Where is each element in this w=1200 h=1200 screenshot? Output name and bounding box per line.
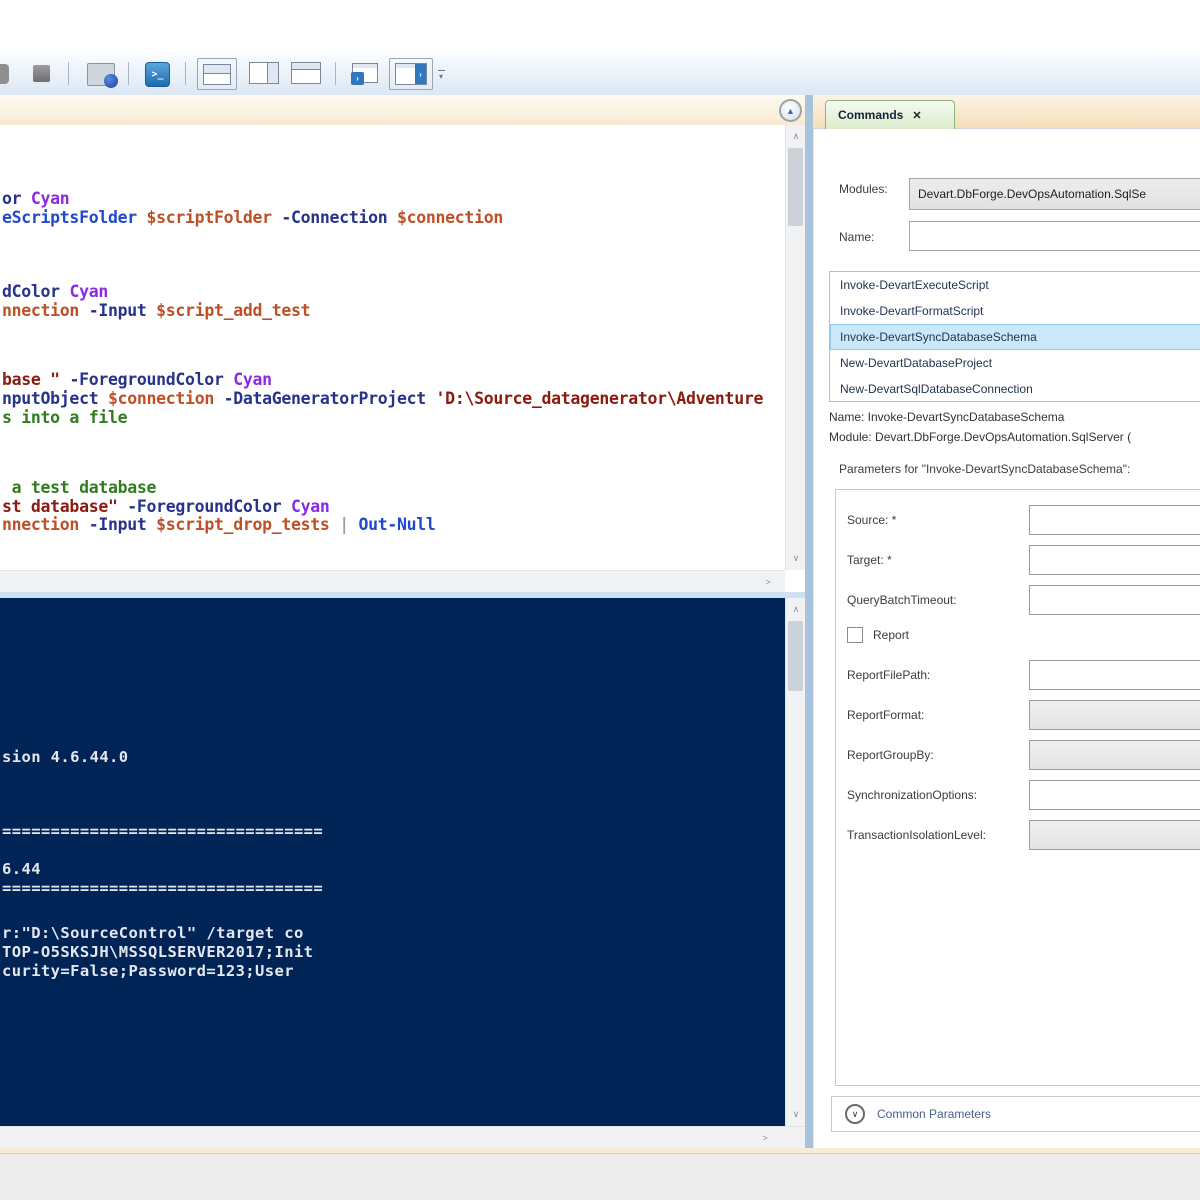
code-line: nnection -Input $script_drop_tests | Out… xyxy=(2,515,436,534)
console-vscrollbar[interactable]: ∧ ∨ xyxy=(785,598,805,1126)
console-vscroll-thumb[interactable] xyxy=(788,621,803,691)
scroll-right-icon[interactable]: > xyxy=(755,1129,775,1147)
console-line: 6.44 xyxy=(2,860,41,878)
close-icon[interactable]: ✕ xyxy=(912,109,921,122)
layout-script-top-icon[interactable] xyxy=(197,58,237,90)
code-line: base " -ForegroundColor Cyan xyxy=(2,370,272,389)
parameter-dropdown[interactable] xyxy=(1029,740,1200,770)
command-list-item[interactable]: Invoke-DevartExecuteScript xyxy=(830,272,1200,298)
common-parameters-section[interactable]: ∨ Common Parameters xyxy=(831,1096,1200,1132)
remote-session-icon[interactable] xyxy=(87,63,118,88)
selected-command-name: Name: Invoke-DevartSyncDatabaseSchema xyxy=(829,410,1065,424)
partial-run-icon[interactable] xyxy=(0,64,9,84)
parameter-input[interactable] xyxy=(1029,660,1200,690)
editor-tab-strip xyxy=(0,95,805,126)
parameter-input[interactable] xyxy=(1029,505,1200,535)
parameter-input[interactable] xyxy=(1029,585,1200,615)
layout-script-right-icon[interactable] xyxy=(249,62,279,84)
toolbar-separator xyxy=(68,62,69,85)
editor-hscrollbar[interactable]: > xyxy=(0,570,785,592)
parameter-label: Report xyxy=(873,628,910,642)
parameter-label: SynchronizationOptions: xyxy=(847,788,978,802)
powershell-console-icon[interactable]: >_ xyxy=(145,62,170,87)
console-line: ================================= xyxy=(2,822,324,840)
selected-command-module: Module: Devart.DbForge.DevOpsAutomation.… xyxy=(829,430,1132,444)
modules-dropdown-value: Devart.DbForge.DevOpsAutomation.SqlSe xyxy=(918,187,1147,201)
parameter-input[interactable] xyxy=(1029,780,1200,810)
layout-script-max-icon[interactable] xyxy=(291,62,321,84)
chevron-down-icon[interactable]: ∨ xyxy=(845,1104,865,1124)
scroll-down-icon[interactable]: ∨ xyxy=(786,549,806,567)
command-list-item[interactable]: Invoke-DevartFormatScript xyxy=(830,298,1200,324)
parameter-label: ReportGroupBy: xyxy=(847,748,934,762)
modules-dropdown[interactable]: Devart.DbForge.DevOpsAutomation.SqlSe xyxy=(909,178,1200,210)
console-line: sion 4.6.44.0 xyxy=(2,748,129,766)
console-line: curity=False;Password=123;User xyxy=(2,962,294,980)
name-label: Name: xyxy=(839,230,875,244)
code-line: nputObject $connection -DataGeneratorPro… xyxy=(2,389,764,408)
code-line: or Cyan xyxy=(2,189,70,208)
tab-commands-label: Commands xyxy=(838,108,904,122)
parameter-input[interactable] xyxy=(1029,545,1200,575)
parameter-label: QueryBatchTimeout: xyxy=(847,593,957,607)
parameter-dropdown[interactable] xyxy=(1029,820,1200,850)
parameter-label: ReportFilePath: xyxy=(847,668,931,682)
console-line: ================================= xyxy=(2,879,324,897)
pane-toggle-button[interactable]: ▲ xyxy=(779,99,802,122)
code-line: a test database xyxy=(2,478,157,497)
parameter-label: ReportFormat: xyxy=(847,708,925,722)
parameter-label: TransactionIsolationLevel: xyxy=(847,828,986,842)
scroll-up-icon[interactable]: ∧ xyxy=(786,127,806,145)
toolbar-overflow-icon[interactable]: ▾ xyxy=(436,69,446,81)
command-list[interactable]: Invoke-DevartExecuteScript Invoke-DevartF… xyxy=(829,271,1200,402)
command-list-item[interactable]: New-DevartSqlDatabaseConnection xyxy=(830,376,1200,401)
console-pane[interactable]: sion 4.6.44.0 ===========================… xyxy=(0,598,785,1126)
powershell-ise-window: >_ › › ▾ ▲ or Cyan eScriptsFolder $scrip… xyxy=(0,0,1200,1200)
command-list-item[interactable]: Invoke-DevartSyncDatabaseSchema xyxy=(830,324,1200,350)
toolbar: >_ › › ▾ xyxy=(0,52,1200,96)
toolbar-separator xyxy=(335,62,336,85)
toolbar-separator xyxy=(128,62,129,85)
code-line: dColor Cyan xyxy=(2,282,108,301)
panel-separator[interactable] xyxy=(805,95,813,1148)
console-hscrollbar[interactable]: > xyxy=(0,1126,805,1148)
code-line: eScriptsFolder $scriptFolder -Connection… xyxy=(2,208,503,227)
scroll-down-icon[interactable]: ∨ xyxy=(786,1105,806,1123)
name-input[interactable] xyxy=(909,221,1200,251)
editor-vscroll-thumb[interactable] xyxy=(788,148,803,226)
show-commands-addon-icon[interactable]: › xyxy=(389,58,433,90)
editor-vscrollbar[interactable]: ∧ ∨ xyxy=(785,125,805,570)
tab-commands[interactable]: Commands ✕ xyxy=(825,100,955,129)
parameters-title: Parameters for "Invoke-DevartSyncDatabas… xyxy=(839,462,1131,476)
parameter-label: Target: * xyxy=(847,553,892,567)
parameter-label: Source: * xyxy=(847,513,897,527)
report-checkbox[interactable] xyxy=(847,627,863,643)
commands-panel-body: Modules: Devart.DbForge.DevOpsAutomation… xyxy=(813,128,1200,1148)
globe-icon xyxy=(104,74,118,88)
parameter-dropdown[interactable] xyxy=(1029,700,1200,730)
common-parameters-label: Common Parameters xyxy=(877,1107,992,1121)
command-list-item[interactable]: New-DevartDatabaseProject xyxy=(830,350,1200,376)
new-remote-powershell-tab-icon[interactable]: › xyxy=(351,61,379,85)
scroll-up-icon[interactable]: ∧ xyxy=(786,600,806,618)
chevron-up-icon: ▲ xyxy=(786,105,795,116)
parameters-groupbox: Source: * Target: * QueryBatchTimeout: Repo… xyxy=(835,489,1200,1086)
script-editor[interactable]: or Cyan eScriptsFolder $scriptFolder -Con… xyxy=(0,125,785,570)
scroll-right-icon[interactable]: > xyxy=(758,573,778,591)
console-line: TOP-O5SKSJH\MSSQLSERVER2017;Init xyxy=(2,943,314,961)
stop-icon[interactable] xyxy=(33,65,50,82)
commands-panel: Commands ✕ Modules: Devart.DbForge.DevOp… xyxy=(813,95,1200,1148)
modules-label: Modules: xyxy=(839,182,888,196)
toolbar-separator xyxy=(185,62,186,85)
status-bar xyxy=(0,1153,1200,1200)
code-line: s into a file xyxy=(2,408,128,427)
code-line: nnection -Input $script_add_test xyxy=(2,301,311,320)
console-line: r:"D:\SourceControl" /target co xyxy=(2,924,304,942)
code-line: st database" -ForegroundColor Cyan xyxy=(2,497,330,516)
